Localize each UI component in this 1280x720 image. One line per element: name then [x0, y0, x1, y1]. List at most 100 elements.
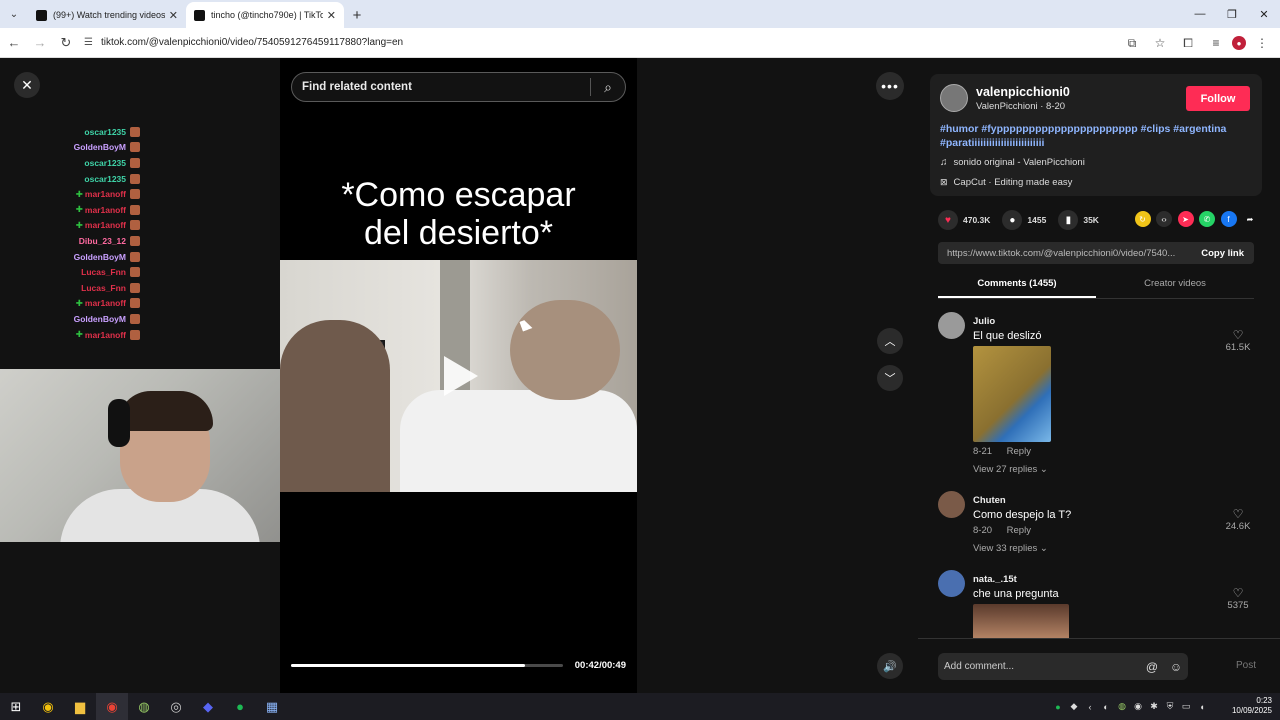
- embed-icon[interactable]: ‹›: [1156, 211, 1172, 227]
- commenter-avatar[interactable]: [938, 312, 965, 339]
- comment-like[interactable]: ♡ 5375: [1218, 586, 1258, 611]
- like-stat[interactable]: ♥ 470.3K: [938, 210, 990, 230]
- chat-message: ✚ mar1anoff: [40, 327, 140, 343]
- follow-button[interactable]: Follow: [1186, 86, 1250, 111]
- minimize-icon[interactable]: —: [1184, 0, 1216, 28]
- file-explorer-icon[interactable]: ▆: [64, 693, 96, 720]
- comment-image[interactable]: [973, 346, 1051, 442]
- search-icon[interactable]: ⌕: [591, 79, 625, 96]
- capcut-text: CapCut · Editing made easy: [953, 177, 1073, 188]
- chrome-active-icon[interactable]: ◉: [96, 693, 128, 720]
- progress-bar[interactable]: [291, 664, 563, 667]
- heart-outline-icon: ♡: [1232, 586, 1244, 600]
- close-icon[interactable]: ✕: [14, 72, 40, 98]
- start-menu-icon[interactable]: ⊞: [0, 693, 32, 720]
- spotify-tray-icon[interactable]: ●: [1050, 702, 1066, 712]
- close-window-icon[interactable]: ✕: [1248, 0, 1280, 28]
- repost-icon[interactable]: ↻: [1134, 211, 1151, 227]
- capcut-link[interactable]: ⊠ CapCut · Editing made easy: [940, 177, 1072, 188]
- url-field[interactable]: ☰ tiktok.com/@valenpicchioni0/video/7540…: [84, 31, 403, 55]
- tray-arrow-icon[interactable]: ‹: [1082, 702, 1098, 712]
- browser-menu-icon[interactable]: ⋮: [1250, 31, 1274, 55]
- bluetooth-icon[interactable]: ✱: [1146, 701, 1162, 712]
- speaker-icon[interactable]: ◖: [1194, 702, 1210, 712]
- comment-like[interactable]: ♡ 24.6K: [1218, 507, 1258, 532]
- view-replies-button[interactable]: View 33 replies ⌄: [973, 543, 1258, 554]
- spotify-icon[interactable]: ●: [224, 693, 256, 720]
- facebook-icon[interactable]: f: [1220, 211, 1237, 227]
- play-icon[interactable]: [444, 356, 478, 396]
- site-info-icon[interactable]: ☰: [84, 37, 93, 48]
- app-tray-icon[interactable]: ◍: [1114, 701, 1130, 712]
- app-icon[interactable]: ◍: [128, 693, 160, 720]
- close-tab-icon[interactable]: ✕: [327, 9, 336, 22]
- address-bar: ← → ↻ ☰ tiktok.com/@valenpicchioni0/vide…: [0, 28, 1280, 58]
- extensions-icon[interactable]: ⧠: [1176, 31, 1200, 55]
- chat-emote-icon: [130, 157, 140, 168]
- reply-button[interactable]: Reply: [1007, 525, 1031, 536]
- tab-search-icon[interactable]: ⌄: [0, 0, 28, 28]
- comment-item: Chuten Como despejo la T? 8-20 Reply Vie…: [938, 487, 1258, 554]
- author-avatar[interactable]: [940, 84, 968, 112]
- send-icon[interactable]: ➤: [1177, 211, 1194, 227]
- tab-youtube[interactable]: (99+) Watch trending videos for ✕: [28, 2, 186, 28]
- post-button[interactable]: Post: [1236, 660, 1256, 671]
- media-control-icon[interactable]: ≡: [1204, 31, 1228, 55]
- volume-icon[interactable]: 🔊: [877, 653, 903, 679]
- tab-comments[interactable]: Comments (1455): [938, 275, 1096, 298]
- discord-tray-icon[interactable]: ◆: [1066, 701, 1082, 712]
- chat-emote-icon: [130, 189, 140, 200]
- profile-avatar-icon[interactable]: ●: [1232, 36, 1246, 50]
- tray-app-icon[interactable]: ◉: [1130, 701, 1146, 712]
- commenter-avatar[interactable]: [938, 570, 965, 597]
- previous-video-icon[interactable]: ︿: [877, 328, 903, 354]
- commenter-name[interactable]: nata._.15t: [973, 574, 1258, 585]
- reply-button[interactable]: Reply: [1007, 446, 1031, 457]
- view-replies-button[interactable]: View 27 replies ⌄: [973, 464, 1258, 475]
- reload-icon[interactable]: ↻: [54, 31, 78, 55]
- install-app-icon[interactable]: ⧉: [1120, 31, 1144, 55]
- comment-stat[interactable]: ● 1455: [1002, 210, 1046, 230]
- video-player[interactable]: ⌕ *Como escapar del desierto* 00:42/00:4…: [280, 58, 637, 693]
- restore-icon[interactable]: ❐: [1216, 0, 1248, 28]
- video-scene-person-left: [280, 320, 390, 492]
- chat-emote-icon: [130, 126, 140, 137]
- next-video-icon[interactable]: ﹀: [877, 365, 903, 391]
- clock-time: 0:23: [1256, 696, 1272, 705]
- save-stat[interactable]: ▮ 35K: [1058, 210, 1099, 230]
- copy-link-button[interactable]: Copy link: [1191, 248, 1254, 259]
- calculator-icon[interactable]: ▦: [256, 693, 288, 720]
- chrome-icon[interactable]: ◉: [32, 693, 64, 720]
- comment-image[interactable]: [973, 604, 1069, 638]
- share-arrow-icon[interactable]: ➦: [1242, 211, 1258, 227]
- tab-creator-videos[interactable]: Creator videos: [1096, 275, 1254, 298]
- discord-icon[interactable]: ◆: [192, 693, 224, 720]
- more-options-icon[interactable]: •••: [876, 72, 904, 100]
- comment-input[interactable]: [938, 661, 1140, 672]
- video-description[interactable]: #humor #fypppppppppppppppppppppp #clips …: [940, 122, 1250, 150]
- chat-emote-icon: [130, 313, 140, 324]
- back-icon[interactable]: ←: [2, 31, 26, 55]
- network-icon[interactable]: ▭: [1178, 701, 1194, 712]
- new-tab-icon[interactable]: +: [344, 2, 370, 28]
- video-frame[interactable]: [280, 260, 637, 492]
- obs-icon[interactable]: ◎: [160, 693, 192, 720]
- system-clock[interactable]: 0:23 10/09/2025: [1232, 696, 1272, 716]
- tab-tiktok[interactable]: tincho (@tincho790e) | TikTok ✕: [186, 2, 344, 28]
- comment-like[interactable]: ♡ 61.5K: [1218, 328, 1258, 353]
- security-icon[interactable]: ⛨: [1162, 701, 1178, 712]
- mention-icon[interactable]: @: [1140, 660, 1164, 674]
- forward-icon[interactable]: →: [28, 31, 52, 55]
- bookmark-star-icon[interactable]: ☆: [1148, 31, 1172, 55]
- music-link[interactable]: ♫ sonido original - ValenPicchioni: [940, 157, 1085, 168]
- close-tab-icon[interactable]: ✕: [169, 9, 178, 22]
- author-username[interactable]: valenpicchioni0: [976, 85, 1070, 99]
- whatsapp-icon[interactable]: ✆: [1199, 211, 1215, 227]
- emoji-icon[interactable]: ☺: [1164, 660, 1188, 674]
- commenter-avatar[interactable]: [938, 491, 965, 518]
- commenter-name[interactable]: Chuten: [973, 495, 1258, 506]
- steam-tray-icon[interactable]: ◐: [1098, 702, 1114, 712]
- commenter-name[interactable]: Julio: [973, 316, 1258, 327]
- chat-emote-icon: [130, 204, 140, 215]
- search-input[interactable]: [292, 81, 590, 93]
